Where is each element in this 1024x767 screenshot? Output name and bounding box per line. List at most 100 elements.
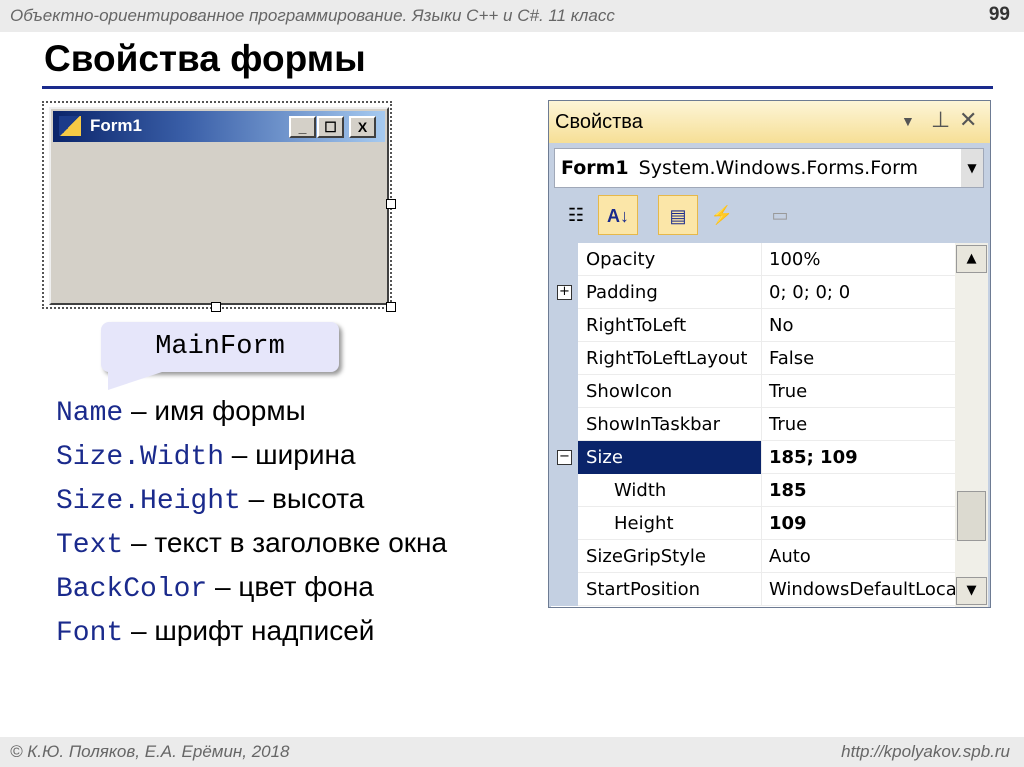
property-key: Text (56, 530, 124, 561)
property-row[interactable]: StartPositionWindowsDefaultLocation (551, 573, 955, 606)
panel-toolbar: ☷ A↓ ▤ ⚡ ▭ (554, 193, 984, 237)
collapse-icon[interactable]: − (557, 450, 572, 465)
scroll-down-icon[interactable]: ▼ (956, 577, 987, 605)
copyright: © К.Ю. Поляков, Е.А. Ерёмин, 2018 (10, 742, 290, 761)
property-name[interactable]: Size (578, 441, 762, 474)
property-name[interactable]: ShowInTaskbar (578, 408, 762, 441)
property-row[interactable]: SizeGripStyle Auto (551, 540, 955, 573)
property-description: Size.Height – высота (56, 478, 447, 522)
property-row[interactable]: Opacity 100% (551, 243, 955, 276)
property-value[interactable]: 0; 0; 0; 0 (763, 276, 955, 309)
resize-handle-bottom[interactable] (211, 302, 221, 312)
property-description: Name – имя формы (56, 390, 447, 434)
row-margin: + (551, 276, 578, 309)
row-margin (551, 243, 578, 276)
property-row[interactable]: ShowInTaskbar True (551, 408, 955, 441)
dropdown-icon[interactable]: ▼ (901, 113, 915, 129)
object-selector[interactable]: Form1 System.Windows.Forms.Form ▼ (554, 148, 984, 188)
alphabetical-icon[interactable]: A↓ (598, 195, 638, 235)
pin-icon[interactable]: ⊥ (931, 107, 950, 133)
property-value[interactable]: 100% (763, 243, 955, 276)
form-preview[interactable]: Form1 _ ☐ X (49, 107, 389, 305)
maximize-button[interactable]: ☐ (317, 116, 344, 138)
website-link[interactable]: http://kpolyakov.spb.ru (841, 742, 1010, 762)
minimize-button[interactable]: _ (289, 116, 316, 138)
property-row[interactable]: Width 185 (551, 474, 955, 507)
row-margin: − (551, 441, 578, 474)
property-row[interactable]: − Size 185; 109 (551, 441, 955, 474)
categorized-icon[interactable]: ☷ (556, 195, 596, 235)
property-name[interactable]: StartPosition (578, 573, 762, 606)
property-value[interactable]: True (763, 375, 955, 408)
row-margin (551, 573, 578, 606)
property-row[interactable]: Height 109 (551, 507, 955, 540)
property-grid: StartPositionWindowsDefaultLocationSizeG… (551, 243, 988, 607)
scroll-up-icon[interactable]: ▲ (956, 245, 987, 273)
property-value[interactable]: False (763, 342, 955, 375)
property-key: Size.Width (56, 442, 225, 473)
name-callout: MainForm (101, 322, 339, 372)
form-icon (59, 116, 81, 136)
row-margin (551, 309, 578, 342)
property-name[interactable]: Opacity (578, 243, 762, 276)
property-value[interactable]: True (763, 408, 955, 441)
row-margin (551, 342, 578, 375)
object-type: System.Windows.Forms.Form (638, 157, 919, 179)
property-row[interactable]: RightToLeft No (551, 309, 955, 342)
page-number: 99 (988, 4, 1010, 25)
properties-icon[interactable]: ▤ (658, 195, 698, 235)
property-name[interactable]: RightToLeftLayout (578, 342, 762, 375)
resize-handle-corner[interactable] (386, 302, 396, 312)
property-key: Font (56, 618, 124, 649)
property-value[interactable]: 185 (763, 474, 955, 507)
property-description: BackColor – цвет фона (56, 566, 447, 610)
property-value[interactable]: Auto (763, 540, 955, 573)
property-key: Name (56, 398, 124, 429)
slide-footer: © К.Ю. Поляков, Е.А. Ерёмин, 2018 http:/… (0, 737, 1024, 767)
property-row[interactable]: + Padding 0; 0; 0; 0 (551, 276, 955, 309)
scrollbar[interactable]: ▲ ▼ (955, 243, 988, 607)
property-key: Size.Height (56, 486, 241, 517)
property-row[interactable]: ShowIcon True (551, 375, 955, 408)
property-name[interactable]: Height (578, 507, 762, 540)
property-value[interactable]: 185; 109 (763, 441, 955, 474)
course-title: Объектно-ориентированное программировани… (10, 6, 615, 25)
close-icon[interactable]: ✕ (959, 107, 977, 133)
expand-icon[interactable]: + (557, 285, 572, 300)
property-value[interactable]: 109 (763, 507, 955, 540)
property-description: Size.Width – ширина (56, 434, 447, 478)
property-name[interactable]: ShowIcon (578, 375, 762, 408)
property-value[interactable]: WindowsDefaultLocation (763, 573, 955, 606)
property-name[interactable]: RightToLeft (578, 309, 762, 342)
property-name[interactable]: Width (578, 474, 762, 507)
property-row[interactable]: RightToLeftLayout False (551, 342, 955, 375)
callout-tail (108, 370, 168, 390)
row-margin (551, 474, 578, 507)
property-description: Text – текст в заголовке окна (56, 522, 447, 566)
properties-panel: Свойства ▼ ⊥ ✕ Form1 System.Windows.Forms… (548, 100, 991, 608)
property-name[interactable]: Padding (578, 276, 762, 309)
events-icon[interactable]: ⚡ (702, 195, 742, 235)
slide-title: Свойства формы (44, 38, 366, 79)
property-description: Font – шрифт надписей (56, 610, 447, 654)
row-margin (551, 540, 578, 573)
panel-header: Свойства ▼ ⊥ ✕ (549, 101, 990, 143)
property-value[interactable]: No (763, 309, 955, 342)
property-key: BackColor (56, 574, 208, 605)
row-margin (551, 507, 578, 540)
form-titlebar: Form1 _ ☐ X (53, 111, 385, 142)
property-pages-icon[interactable]: ▭ (760, 195, 800, 235)
property-meaning: – шрифт надписей (123, 615, 375, 646)
chevron-down-icon[interactable]: ▼ (961, 149, 983, 187)
form-caption: Form1 (90, 116, 142, 135)
panel-title: Свойства (555, 111, 643, 133)
resize-handle-right[interactable] (386, 199, 396, 209)
property-meaning: – высота (240, 483, 365, 514)
property-meaning: – цвет фона (207, 571, 374, 602)
property-name[interactable]: SizeGripStyle (578, 540, 762, 573)
property-meaning: – ширина (224, 439, 356, 470)
row-margin (551, 375, 578, 408)
scrollbar-thumb[interactable] (957, 491, 986, 541)
property-meaning: – текст в заголовке окна (123, 527, 448, 558)
close-button[interactable]: X (349, 116, 376, 138)
